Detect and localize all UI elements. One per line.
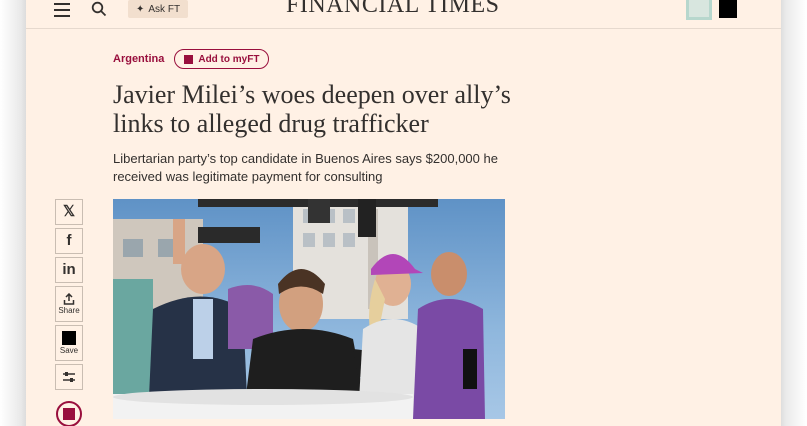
save-icon: [62, 331, 76, 345]
hamburger-menu-icon[interactable]: [54, 3, 70, 17]
standfirst: Libertarian party’s top candidate in Bue…: [113, 151, 498, 184]
add-to-myft-button[interactable]: Add to myFT: [174, 49, 270, 69]
x-icon: 𝕏: [62, 203, 76, 220]
ask-ft-label: Ask FT: [148, 3, 181, 15]
myft-square-icon: [184, 54, 194, 64]
account-menu-icon[interactable]: [719, 0, 737, 18]
ask-ft-button[interactable]: ✦ Ask FT: [128, 0, 189, 18]
share-linkedin-button[interactable]: in: [55, 257, 83, 283]
rally-photo-illustration: [113, 199, 485, 419]
article-hero-photo[interactable]: [113, 199, 505, 419]
top-navigation-bar: ✦ Ask FT FINANCIAL TIMES: [26, 0, 781, 29]
share-button[interactable]: Share: [55, 286, 83, 322]
gift-square-icon: [63, 408, 75, 420]
share-label: Share: [58, 306, 80, 315]
right-page-shadow: [781, 0, 807, 426]
share-rail: 𝕏 f in Share Save: [55, 199, 85, 393]
article-tools-button[interactable]: [55, 364, 83, 390]
masthead-logo[interactable]: FINANCIAL TIMES: [286, 0, 500, 19]
left-page-shadow: [0, 0, 26, 426]
article-meta-row: Argentina Add to myFT: [113, 48, 533, 70]
share-icon: [63, 293, 75, 305]
share-facebook-button[interactable]: f: [55, 228, 83, 254]
account-avatar-icon[interactable]: [686, 0, 712, 20]
gift-article-button[interactable]: [56, 401, 82, 426]
article-header: Argentina Add to myFT Javier Milei’s woe…: [113, 48, 533, 186]
sparkle-icon: ✦: [136, 3, 145, 15]
facebook-icon: f: [66, 232, 72, 249]
share-x-button[interactable]: 𝕏: [55, 199, 83, 225]
add-to-myft-label: Add to myFT: [198, 53, 260, 65]
save-label: Save: [59, 346, 79, 355]
settings-sliders-icon: [63, 372, 75, 382]
headline: Javier Milei’s woes deepen over ally’s l…: [113, 80, 511, 138]
ft-article-page: ✦ Ask FT FINANCIAL TIMES Argentina Add t…: [26, 0, 781, 426]
save-button[interactable]: Save: [55, 325, 83, 361]
topic-link[interactable]: Argentina: [113, 53, 164, 65]
search-icon[interactable]: [91, 1, 107, 17]
linkedin-icon: in: [62, 261, 76, 278]
